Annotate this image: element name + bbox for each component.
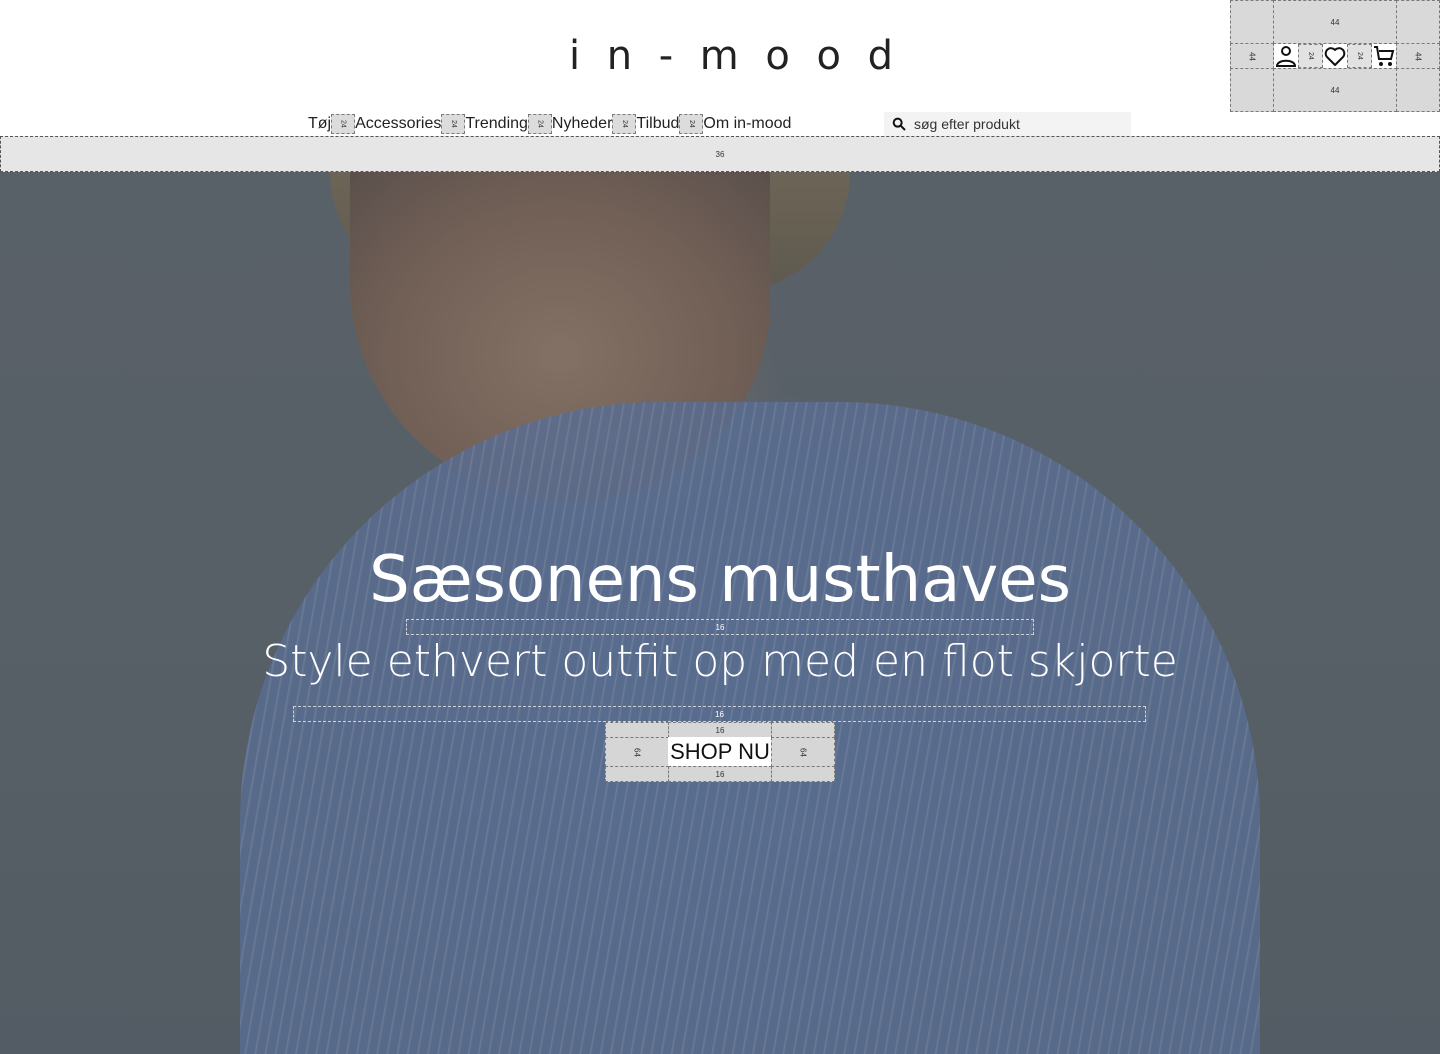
nav-item-om-in-mood[interactable]: Om in-mood (703, 113, 791, 135)
subtitle-spacer: 16 (293, 706, 1146, 722)
spacing-left: 44 (1230, 43, 1274, 69)
cta-pad-right: 64 (771, 737, 835, 767)
shop-now-button[interactable]: SHOP NU (668, 737, 772, 767)
cta-pad (605, 722, 669, 738)
search-box (884, 112, 1131, 136)
nav-gap: 24 (612, 114, 637, 134)
brand-logo[interactable]: in-mood (566, 38, 906, 76)
nav-item-nyheder[interactable]: Nyheder (552, 113, 612, 135)
nav-gap: 24 (441, 114, 466, 134)
icon-gap: 24 (1347, 44, 1372, 68)
nav-item-toj[interactable]: Tøj (308, 113, 331, 135)
header-icon-area: 44 44 44 44 24 24 (1230, 0, 1440, 112)
grid-corner (1230, 0, 1274, 44)
wishlist-button[interactable] (1323, 44, 1347, 68)
account-button[interactable] (1274, 44, 1298, 68)
cta-pad (605, 766, 669, 782)
cart-icon (1374, 46, 1395, 66)
spacing-top: 44 (1273, 0, 1397, 44)
grid-corner (1396, 0, 1440, 44)
announcement-spacing-label: 36 (715, 149, 725, 159)
account-icon (1275, 46, 1297, 67)
cta-pad-top: 16 (668, 722, 772, 738)
hero-subtitle: Style ethvert outfit op med en flot skjo… (262, 636, 1178, 687)
search-icon[interactable] (890, 115, 908, 133)
cta-pad-bottom: 16 (668, 766, 772, 782)
cta-pad-left: 64 (605, 737, 669, 767)
cart-button[interactable] (1372, 44, 1396, 68)
nav-item-tilbud[interactable]: Tilbud (636, 113, 679, 135)
grid-corner (1396, 68, 1440, 112)
site-header: in-mood 44 44 44 44 24 24 Tøj 24 Accesso… (0, 0, 1440, 136)
heart-icon (1324, 47, 1346, 66)
announcement-bar: 36 (0, 136, 1440, 172)
spacing-right: 44 (1396, 43, 1440, 69)
hero-title: Sæsonens musthaves (369, 543, 1071, 617)
cta-pad (771, 722, 835, 738)
nav-item-trending[interactable]: Trending (465, 113, 528, 135)
grid-corner (1230, 68, 1274, 112)
logo-text: in-mood (569, 38, 903, 76)
nav-gap: 24 (679, 114, 704, 134)
main-nav: Tøj 24 Accessories 24 Trending 24 Nyhede… (308, 113, 791, 135)
spacing-bottom: 44 (1273, 68, 1397, 112)
nav-gap: 24 (331, 114, 356, 134)
search-input[interactable] (914, 116, 1114, 132)
icon-gap: 24 (1298, 44, 1323, 68)
hero-banner: Sæsonens musthaves 16 Style ethvert outf… (0, 172, 1440, 1054)
cta-pad (771, 766, 835, 782)
nav-gap: 24 (527, 114, 552, 134)
cta-wrapper: 16 64 SHOP NU 64 16 (605, 722, 835, 782)
title-spacer: 16 (406, 619, 1034, 635)
nav-item-accessories[interactable]: Accessories (355, 113, 441, 135)
